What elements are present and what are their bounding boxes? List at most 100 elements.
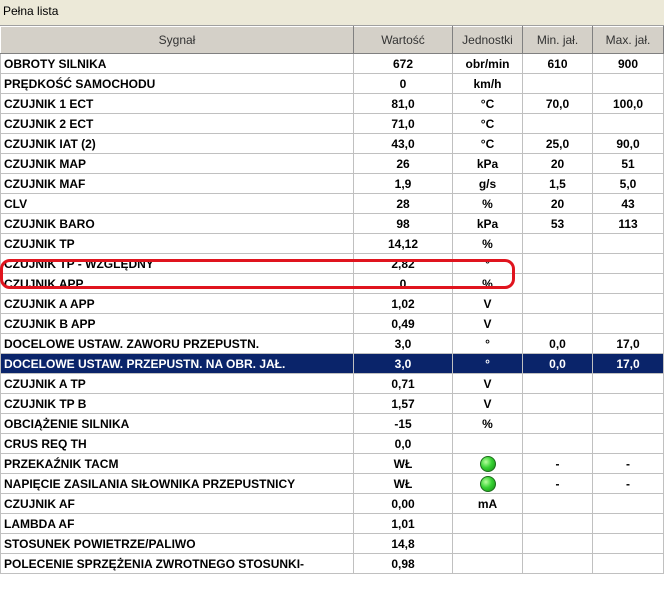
value-cell: 0 (353, 273, 453, 294)
table-row[interactable]: POLECENIE SPRZĘŻENIA ZWROTNEGO STOSUNKI-… (0, 553, 664, 574)
signal-name-cell: CZUJNIK TP (0, 233, 354, 254)
table-row[interactable]: PRĘDKOŚĆ SAMOCHODU 0 km/h (0, 73, 664, 94)
table-row[interactable]: CZUJNIK TP - WZGLĘDNY 2,82 ° (0, 253, 664, 274)
max-idle-cell (592, 273, 664, 294)
table-row[interactable]: CLV 28% 20 43 (0, 193, 664, 214)
table-row[interactable]: PRZEKAŹNIK TACM WŁ - - (0, 453, 664, 474)
value-cell: WŁ (353, 453, 453, 474)
max-idle-cell (592, 533, 664, 554)
min-idle-cell (522, 553, 593, 574)
table-row[interactable]: CZUJNIK MAP 26 kPa 20 51 (0, 153, 664, 174)
column-header-min-idle[interactable]: Min. jał. (522, 26, 593, 54)
value-cell: 3,0 (353, 333, 453, 354)
unit-cell: obr/min (452, 53, 523, 74)
value-cell: 0,00 (353, 493, 453, 514)
table-row[interactable]: CZUJNIK 2 ECT 71,0 °C (0, 113, 664, 134)
unit-cell: ° (452, 253, 523, 274)
value-cell: 1,01 (353, 513, 453, 534)
max-idle-cell (592, 413, 664, 434)
signal-name-cell: OBCIĄŻENIE SILNIKA (0, 413, 354, 434)
signal-name-cell: CZUJNIK MAP (0, 153, 354, 174)
unit-cell: kPa (452, 153, 523, 174)
table-row[interactable]: CZUJNIK TP B 1,57 V (0, 393, 664, 414)
max-idle-cell (592, 433, 664, 454)
table-row[interactable]: NAPIĘCIE ZASILANIA SIŁOWNIKA PRZEPUSTNIC… (0, 473, 664, 494)
table-row[interactable]: CZUJNIK A APP 1,02 V (0, 293, 664, 314)
unit-cell: % (452, 233, 523, 254)
signal-name-cell: CZUJNIK AF (0, 493, 354, 514)
value-cell: 0,71 (353, 373, 453, 394)
table-row[interactable]: CZUJNIK MAF 1,9 g/s 1,5 5,0 (0, 173, 664, 194)
max-idle-cell: 5,0 (592, 173, 664, 194)
signal-name-cell: CZUJNIK TP - WZGLĘDNY (0, 253, 354, 274)
signal-name-cell: CZUJNIK IAT (2) (0, 133, 354, 154)
table-row[interactable]: OBROTY SILNIKA 672 obr/min 610 900 (0, 53, 664, 74)
value-cell: 0,98 (353, 553, 453, 574)
unit-cell: °C (452, 93, 523, 114)
table-row[interactable]: DOCELOWE USTAW. PRZEPUSTN. NA OBR. JAŁ. 3… (0, 353, 664, 374)
max-idle-cell (592, 373, 664, 394)
signal-name-cell: CZUJNIK 2 ECT (0, 113, 354, 134)
unit-cell: % (452, 193, 523, 214)
unit-cell: °C (452, 113, 523, 134)
signal-name-cell: PRĘDKOŚĆ SAMOCHODU (0, 73, 354, 94)
table-header-row: Sygnał Wartość Jednostki Min. jał. Max. … (0, 26, 664, 54)
max-idle-cell: - (592, 473, 664, 494)
signal-name-cell: CZUJNIK A APP (0, 293, 354, 314)
unit-cell: ° (452, 353, 523, 374)
table-row[interactable]: CZUJNIK AF 0,00 mA (0, 493, 664, 514)
column-header-units[interactable]: Jednostki (452, 26, 523, 54)
min-idle-cell (522, 233, 593, 254)
unit-cell (452, 553, 523, 574)
table-row[interactable]: CZUJNIK IAT (2) 43,0 °C 25,0 90,0 (0, 133, 664, 154)
signal-name-cell: NAPIĘCIE ZASILANIA SIŁOWNIKA PRZEPUSTNIC… (0, 473, 354, 494)
max-idle-cell: 90,0 (592, 133, 664, 154)
value-cell: -15 (353, 413, 453, 434)
signal-name-cell: CZUJNIK BARO (0, 213, 354, 234)
column-header-max-idle[interactable]: Max. jał. (592, 26, 664, 54)
value-cell: 3,0 (353, 353, 453, 374)
min-idle-cell (522, 533, 593, 554)
table-row[interactable]: CZUJNIK TP 14,12% (0, 233, 664, 254)
unit-cell: ° (452, 333, 523, 354)
table-row[interactable]: OBCIĄŻENIE SILNIKA -15% (0, 413, 664, 434)
max-idle-cell (592, 493, 664, 514)
table-row[interactable]: CZUJNIK 1 ECT 81,0 °C 70,0 100,0 (0, 93, 664, 114)
max-idle-cell: 100,0 (592, 93, 664, 114)
table-row[interactable]: STOSUNEK POWIETRZE/PALIWO 14,8 (0, 533, 664, 554)
unit-cell: mA (452, 493, 523, 514)
table-row[interactable]: CZUJNIK A TP 0,71 V (0, 373, 664, 394)
min-idle-cell (522, 493, 593, 514)
signal-name-cell: POLECENIE SPRZĘŻENIA ZWROTNEGO STOSUNKI- (0, 553, 354, 574)
min-idle-cell (522, 73, 593, 94)
signal-name-cell: CZUJNIK MAF (0, 173, 354, 194)
table-row[interactable]: CRUS REQ TH 0,0 (0, 433, 664, 454)
table-row[interactable]: DOCELOWE USTAW. ZAWORU PRZEPUSTN. 3,0 ° 0,0… (0, 333, 664, 354)
value-cell: 81,0 (353, 93, 453, 114)
table-row[interactable]: CZUJNIK APP 0% (0, 273, 664, 294)
signal-name-cell: PRZEKAŹNIK TACM (0, 453, 354, 474)
table-row[interactable]: LAMBDA AF 1,01 (0, 513, 664, 534)
column-header-signal[interactable]: Sygnał (0, 26, 354, 54)
signal-name-cell: DOCELOWE USTAW. ZAWORU PRZEPUSTN. (0, 333, 354, 354)
min-idle-cell (522, 393, 593, 414)
value-cell: 98 (353, 213, 453, 234)
unit-cell (452, 473, 523, 494)
min-idle-cell: - (522, 453, 593, 474)
min-idle-cell: 0,0 (522, 353, 593, 374)
max-idle-cell: 17,0 (592, 353, 664, 374)
signal-name-cell: CZUJNIK 1 ECT (0, 93, 354, 114)
signal-name-cell: CRUS REQ TH (0, 433, 354, 454)
table-body: OBROTY SILNIKA 672 obr/min 610 900 PRĘDKOŚĆ S… (0, 53, 664, 574)
column-header-value[interactable]: Wartość (353, 26, 453, 54)
table-row[interactable]: CZUJNIK BARO 98 kPa 53 113 (0, 213, 664, 234)
value-cell: 14,12 (353, 233, 453, 254)
value-cell: 672 (353, 53, 453, 74)
status-led-icon (479, 455, 496, 472)
table-row[interactable]: CZUJNIK B APP 0,49 V (0, 313, 664, 334)
min-idle-cell (522, 293, 593, 314)
value-cell: 1,02 (353, 293, 453, 314)
unit-cell (452, 533, 523, 554)
max-idle-cell (592, 293, 664, 314)
min-idle-cell: 1,5 (522, 173, 593, 194)
